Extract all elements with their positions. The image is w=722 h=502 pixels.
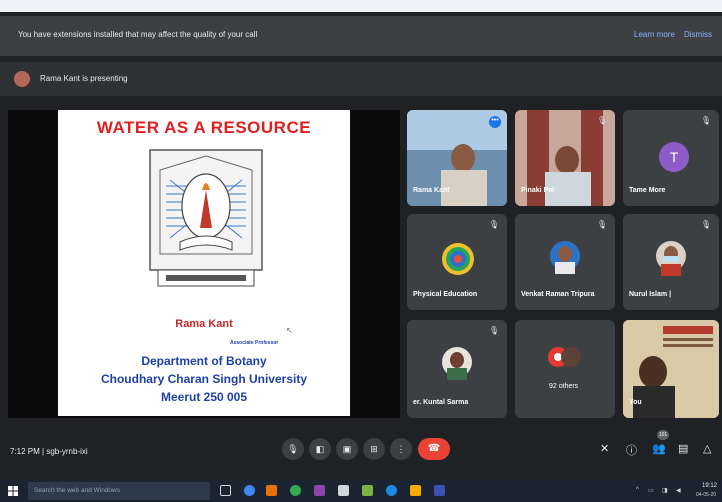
participant-name: Rama Kant <box>413 187 450 194</box>
slide-department: Department of Botany <box>141 354 267 368</box>
tray-chevron-icon[interactable]: ^ <box>636 487 639 493</box>
activities-icon[interactable]: △ <box>703 442 711 455</box>
info-icon[interactable]: ⓘ <box>626 442 637 458</box>
participant-tile[interactable]: 92 others <box>515 320 615 418</box>
participant-tile[interactable]: 🎙 Physical Education <box>407 214 507 310</box>
camera-button[interactable]: ◧ <box>309 438 331 460</box>
volume-icon[interactable]: ◀ <box>676 487 681 494</box>
physical-education-logo-icon <box>442 243 474 275</box>
participant-name: er. Kuntal Sarma <box>413 399 469 406</box>
presenting-bar: Rama Kant is presenting <box>0 62 722 96</box>
captions-button[interactable]: ▣ <box>336 438 358 460</box>
app-icon[interactable] <box>266 485 277 496</box>
avatar <box>14 71 30 87</box>
banner-text: You have extensions installed that may a… <box>18 30 258 39</box>
presentation-slide: WATER AS A RESOURCE Rama Kant Associate … <box>58 110 350 416</box>
file-explorer-icon[interactable] <box>410 485 421 496</box>
participant-photo <box>656 241 686 276</box>
slide-title: WATER AS A RESOURCE <box>96 118 312 137</box>
microphone-button[interactable]: 🎙 <box>282 438 304 460</box>
dismiss-button[interactable]: Dismiss <box>684 30 712 39</box>
others-avatars-icon <box>548 347 581 367</box>
slide-city: Meerut 250 005 <box>160 390 248 404</box>
participant-name: Tame More <box>629 187 666 194</box>
avatar: T <box>659 142 689 172</box>
cursor-icon: ↖ <box>286 326 293 335</box>
end-call-button[interactable]: ☎ <box>418 438 450 460</box>
participant-photo <box>550 241 580 274</box>
participant-photo <box>442 347 472 380</box>
search-placeholder: Search the web and Windows <box>34 487 120 494</box>
windows-start-icon[interactable] <box>8 486 18 496</box>
call-controls-bar: 7:12 PM | sgb-yrnb-ixi 🎙 ◧ ▣ ⊞ ⋮ ☎ ✕ ⓘ 👥… <box>0 426 722 476</box>
mic-off-icon: 🎙 <box>488 220 499 229</box>
participant-tile[interactable]: 🎙 er. Kuntal Sarma <box>407 320 507 418</box>
meeting-time-code: 7:12 PM | sgb-yrnb-ixi <box>10 447 88 456</box>
clock-time: 19:12 <box>702 483 718 489</box>
slide-role: Associate Professor <box>230 340 279 346</box>
participant-name: Pinaki Pal <box>521 187 555 194</box>
mic-off-icon: 🎙 <box>700 116 711 125</box>
more-options-button[interactable]: ⋮ <box>390 438 412 460</box>
more-options-icon[interactable]: ••• <box>489 116 501 128</box>
present-button[interactable]: ⊞ <box>363 438 385 460</box>
chat-icon[interactable]: ▤ <box>678 442 688 455</box>
presenting-label: Rama Kant is presenting <box>40 74 128 83</box>
mute-all-icon[interactable]: ✕ <box>600 442 609 455</box>
mic-off-icon: 🎙 <box>700 220 711 229</box>
task-view-icon[interactable] <box>220 485 231 496</box>
browser-top-strip <box>0 0 722 12</box>
store-icon[interactable] <box>338 485 349 496</box>
slide-presenter-name: Rama Kant <box>175 318 233 330</box>
people-icon[interactable]: 👥 <box>652 442 666 455</box>
participant-tile[interactable]: T 🎙 Tame More <box>623 110 719 206</box>
slide-university: Choudhary Charan Singh University <box>100 372 308 386</box>
network-icon[interactable]: ◨ <box>662 487 668 494</box>
participant-name: 92 others <box>549 383 579 390</box>
participant-name: Nurul Islam | <box>629 291 672 298</box>
media-icon[interactable] <box>314 485 325 496</box>
mic-off-icon: 🎙 <box>596 116 607 125</box>
participant-name: Venkat Raman Tripura <box>521 291 595 298</box>
participant-name: Physical Education <box>413 291 478 298</box>
self-view-tile[interactable]: You <box>623 320 719 418</box>
battery-icon[interactable]: ▭ <box>648 487 654 494</box>
mic-off-icon: 🎙 <box>596 220 607 229</box>
learn-more-link[interactable]: Learn more <box>634 30 675 39</box>
chrome-icon[interactable] <box>244 485 255 496</box>
participant-name: You <box>629 399 642 406</box>
taskbar-search-input[interactable]: Search the web and Windows <box>28 482 210 500</box>
participant-count-badge: 101 <box>657 430 669 440</box>
participant-tile[interactable]: 🎙 Venkat Raman Tripura <box>515 214 615 310</box>
edge-icon[interactable] <box>386 485 397 496</box>
windows-taskbar: Search the web and Windows ^ ▭ ◨ ◀ 19:12… <box>0 480 722 502</box>
participant-tile[interactable]: ••• Rama Kant <box>407 110 507 206</box>
browser-icon[interactable] <box>290 485 301 496</box>
mail-icon[interactable] <box>434 485 445 496</box>
tool-icon[interactable] <box>362 485 373 496</box>
participant-tile[interactable]: 🎙 Pinaki Pal <box>515 110 615 206</box>
university-emblem-icon <box>149 149 263 287</box>
mic-off-icon: 🎙 <box>488 326 499 335</box>
clock-date: 04-05-20 <box>696 492 717 498</box>
participant-tile[interactable]: 🎙 Nurul Islam | <box>623 214 719 310</box>
extension-warning-banner: You have extensions installed that may a… <box>0 16 722 56</box>
